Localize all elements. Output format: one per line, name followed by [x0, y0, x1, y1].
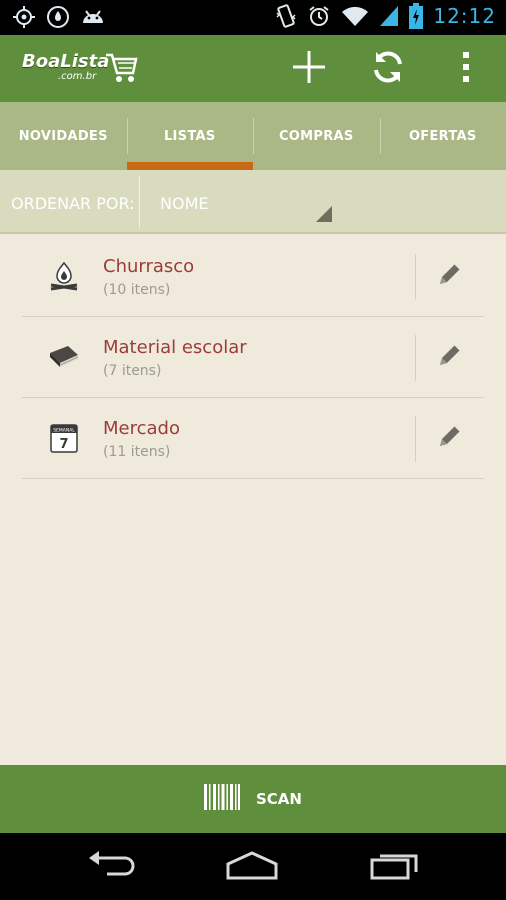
list-count: (11 itens)	[103, 444, 171, 460]
pencil-icon	[436, 341, 464, 373]
tab-novidades[interactable]: NOVIDADES	[0, 102, 127, 170]
home-button[interactable]	[222, 849, 282, 885]
navigation-bar	[0, 833, 506, 900]
list-count: (10 itens)	[103, 282, 171, 298]
list-count: (7 itens)	[103, 363, 162, 379]
status-bar: 12:12	[0, 0, 506, 35]
tab-bar: NOVIDADES LISTAS COMPRAS OFERTAS	[0, 102, 506, 170]
item-divider	[415, 416, 416, 462]
android-debug-icon	[80, 5, 106, 29]
sort-value: NOME	[160, 194, 209, 213]
pencil-icon	[436, 422, 464, 454]
clock: 12:12	[433, 4, 496, 28]
battery-charging-icon	[409, 3, 424, 29]
action-bar: BoaLista .com.br	[0, 35, 506, 102]
overflow-menu-icon	[461, 51, 471, 87]
sort-select[interactable]: NOME	[142, 176, 342, 228]
gps-icon	[12, 5, 36, 29]
app-logo[interactable]: BoaLista .com.br	[20, 47, 138, 89]
logo-text: BoaLista	[22, 51, 110, 72]
calendar-icon: SEMANAL 7	[48, 422, 80, 454]
dropdown-arrow-icon	[316, 206, 332, 222]
add-list-button[interactable]	[289, 49, 329, 89]
back-icon	[87, 850, 137, 884]
list-item[interactable]: Churrasco (10 itens)	[22, 236, 484, 317]
scan-label: SCAN	[256, 790, 302, 808]
list-name: Material escolar	[103, 337, 247, 358]
sort-label: ORDENAR POR:	[11, 194, 135, 213]
calendar-day-text: 7	[59, 437, 68, 452]
sort-bar: ORDENAR POR: NOME	[0, 170, 506, 234]
list-item[interactable]: Material escolar (7 itens)	[22, 317, 484, 398]
wifi-icon	[341, 5, 369, 27]
logo-domain: .com.br	[58, 71, 97, 82]
back-button[interactable]	[82, 849, 142, 885]
shopping-lists: Churrasco (10 itens) Material escolar (7…	[22, 236, 484, 479]
cart-icon	[104, 51, 138, 89]
book-icon	[48, 341, 80, 373]
tab-compras[interactable]: COMPRAS	[253, 102, 380, 170]
edit-list-button[interactable]	[430, 337, 470, 377]
vibrate-icon	[275, 3, 297, 29]
barcode-icon	[204, 784, 240, 814]
recent-apps-icon	[368, 850, 420, 884]
tab-listas[interactable]: LISTAS	[126, 102, 254, 170]
signal-icon	[379, 5, 399, 27]
add-icon	[291, 49, 327, 89]
home-icon	[224, 850, 280, 884]
scan-button[interactable]: SCAN	[0, 765, 506, 833]
refresh-button[interactable]	[368, 49, 408, 89]
sort-divider	[139, 176, 140, 228]
alarm-icon	[307, 4, 331, 28]
calendar-header-text: SEMANAL	[53, 428, 75, 434]
list-name: Mercado	[103, 418, 180, 439]
edit-list-button[interactable]	[430, 256, 470, 296]
barbecue-icon	[48, 260, 80, 292]
overflow-menu-button[interactable]	[446, 49, 486, 89]
list-name: Churrasco	[103, 256, 195, 277]
recent-apps-button[interactable]	[364, 849, 424, 885]
refresh-icon	[370, 49, 406, 89]
item-divider	[415, 254, 416, 300]
edit-list-button[interactable]	[430, 418, 470, 458]
data-saver-icon	[46, 5, 70, 29]
tab-ofertas[interactable]: OFERTAS	[379, 102, 506, 170]
list-item[interactable]: SEMANAL 7 Mercado (11 itens)	[22, 398, 484, 479]
pencil-icon	[436, 260, 464, 292]
item-divider	[415, 335, 416, 381]
